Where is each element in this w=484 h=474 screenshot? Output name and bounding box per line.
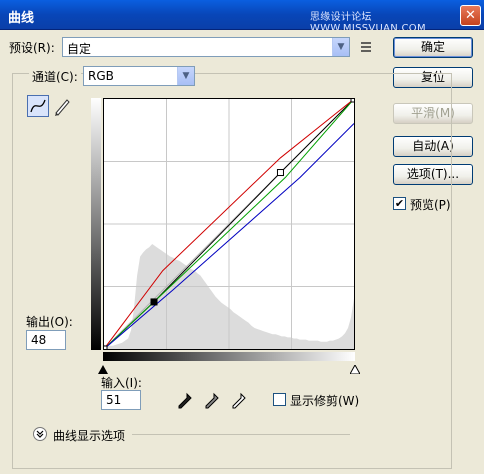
preset-value: 自定 (67, 42, 92, 56)
curve-control-point (104, 345, 108, 349)
curve-control-point (276, 169, 284, 177)
close-button[interactable]: ✕ (460, 5, 481, 26)
curve-control-point (150, 298, 158, 306)
input-field[interactable]: 51 (101, 390, 141, 410)
white-point-slider[interactable] (349, 363, 361, 375)
show-clipping-checkbox[interactable] (273, 393, 286, 406)
curve-control-point (350, 99, 354, 103)
gray-eyedropper-icon[interactable] (204, 392, 220, 410)
output-label: 输出(O): (26, 315, 73, 329)
dialog-body: 预设(R): 自定 ▼ 确定 复位 平滑(M) 自动(A) 选项(T)... ✔… (0, 30, 484, 474)
title-bar: 曲线 思缘设计论坛 WWW.MISSVUAN.COM ✕ (0, 0, 484, 34)
ok-button[interactable]: 确定 (393, 37, 473, 58)
chevron-down-circle-icon[interactable] (33, 427, 47, 441)
pencil-tool[interactable] (52, 95, 72, 117)
channel-value: RGB (88, 69, 114, 83)
channel-select[interactable]: RGB ▼ (83, 66, 195, 86)
preset-select[interactable]: 自定 ▼ (62, 37, 350, 57)
output-field[interactable]: 48 (26, 330, 66, 350)
curve-tool-icon (30, 99, 46, 113)
output-gradient-bar (91, 98, 101, 350)
pencil-icon (55, 99, 70, 116)
divider (132, 434, 350, 435)
curve-point-tool[interactable] (27, 95, 49, 117)
white-eyedropper-icon[interactable] (231, 392, 247, 410)
input-label: 输入(I): (101, 376, 142, 390)
preset-menu-icon[interactable] (358, 39, 374, 55)
curve-chart[interactable] (104, 99, 354, 349)
curve-display-options-label: 曲线显示选项 (53, 429, 126, 443)
preset-label: 预设(R): (9, 41, 55, 55)
black-eyedropper-icon[interactable] (177, 392, 193, 410)
show-clipping-label: 显示修剪(W) (290, 394, 360, 408)
chevron-down-icon: ▼ (332, 38, 349, 56)
chevron-down-icon: ▼ (177, 67, 194, 85)
black-point-slider[interactable] (98, 363, 108, 374)
window-title: 曲线 (8, 11, 35, 26)
input-gradient-bar (103, 352, 355, 361)
curve-graph[interactable] (103, 98, 355, 350)
channel-label: 通道(C): (29, 68, 81, 85)
